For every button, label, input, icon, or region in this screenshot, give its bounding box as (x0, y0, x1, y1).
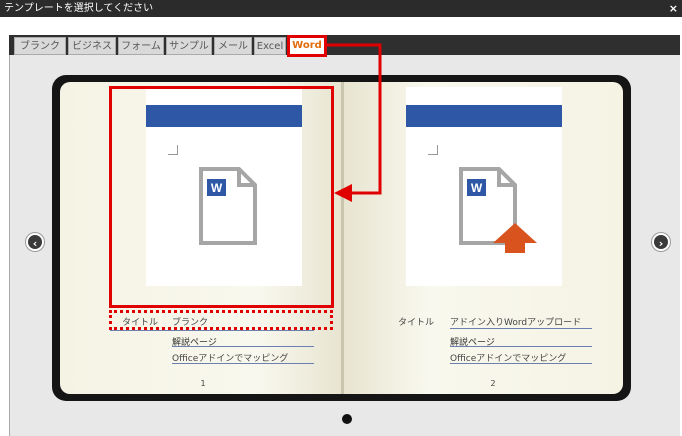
template-title: アドイン入りWordアップロード (450, 318, 582, 328)
page-number: 1 (200, 379, 206, 388)
divider (172, 363, 314, 364)
template-title: ブランク (172, 318, 209, 328)
prev-page-button[interactable]: ‹ (26, 233, 44, 251)
divider (450, 363, 592, 364)
divider (450, 346, 592, 347)
annotation-arrow (327, 43, 382, 202)
pagination-dot[interactable] (342, 414, 352, 424)
next-page-button[interactable]: › (652, 233, 670, 251)
divider (172, 346, 314, 347)
divider (110, 330, 314, 331)
template-title-label: タイトル (398, 318, 435, 328)
template-title-label: タイトル (122, 318, 159, 328)
divider (450, 328, 592, 329)
page-number: 2 (490, 379, 496, 388)
